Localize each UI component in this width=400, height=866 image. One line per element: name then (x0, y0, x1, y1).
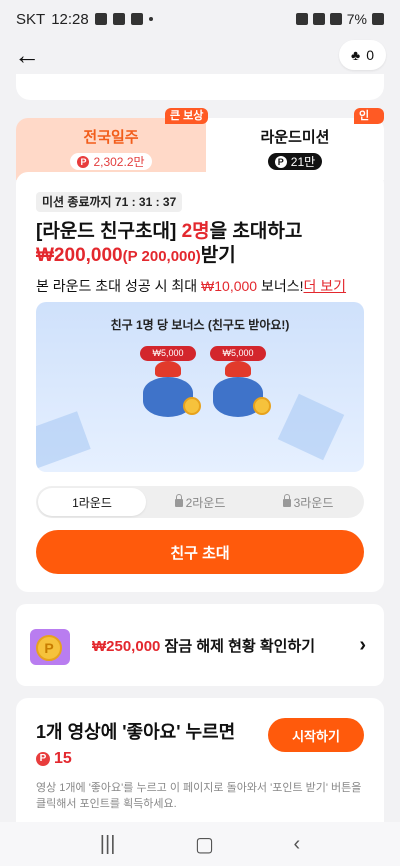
tab-title: 라운드미션 (260, 129, 330, 146)
tab-amount-pill: P 21만 (267, 153, 323, 170)
carrier-label: SKT (16, 10, 46, 28)
tab-amount: 2,302.2만 (93, 155, 145, 169)
gift-label: ₩5,000 (140, 346, 196, 361)
promo-caption: 친구 1명 당 보너스 (친구도 받아요!) (110, 318, 290, 332)
unlock-amount: ₩250,000 (92, 637, 161, 655)
see-more-link[interactable]: 더 보기 (304, 278, 347, 294)
bonus-amount: ₩10,000 (201, 278, 258, 294)
point-coin-icon: P (36, 752, 50, 766)
title-prefix: [라운드 친구초대] (36, 221, 182, 242)
unlock-text: ₩250,000 잠금 해제 현황 확인하기 (92, 635, 315, 656)
decor-splash (277, 393, 345, 461)
big-reward-badge: 큰 보상 (165, 108, 209, 124)
video-mission-points: P 15 (36, 750, 364, 768)
mission-body: 미션 종료까지 71 : 31 : 37 [라운드 친구초대] 2명을 초대하고… (16, 172, 384, 592)
clock: 12:28 (51, 10, 89, 28)
point-coin-icon: P (274, 155, 287, 168)
bonus-line: 본 라운드 초대 성공 시 최대 ₩10,000 보너스!더 보기 (36, 276, 346, 296)
start-button[interactable]: 시작하기 (268, 718, 364, 752)
title-suffix: 을 초대하고 (209, 221, 303, 242)
points-value: 15 (54, 750, 72, 767)
more-notifications-icon (148, 17, 153, 21)
round-label: 2라운드 (185, 495, 226, 510)
points-chip[interactable]: ♣ 0 (339, 40, 386, 70)
invite-friend-button[interactable]: 친구 초대 (36, 530, 364, 574)
popular-badge: 인기 (354, 108, 384, 138)
reward-amount: ₩200,000 (36, 245, 123, 266)
point-coin-icon: P (77, 155, 90, 168)
gift-coin-icon: P (26, 621, 74, 669)
reward-suffix: 받기 (200, 245, 236, 266)
tab-title: 전국일주 (83, 129, 139, 146)
tab-amount-pill: P 2,302.2만 (70, 153, 152, 170)
chevron-right-icon: › (359, 633, 366, 656)
cloud-icon (112, 13, 125, 25)
gift-box-icon (213, 361, 271, 417)
unlock-status-card[interactable]: P ₩250,000 잠금 해제 현황 확인하기 › (16, 604, 384, 686)
reward-points: (P 200,000) (122, 248, 201, 265)
bonus-prefix: 본 라운드 초대 성공 시 최대 (36, 278, 202, 294)
back-nav-icon[interactable]: ‹ (294, 833, 301, 856)
tab-national-tour[interactable]: 전국일주 P 2,302.2만 (16, 118, 206, 180)
gift-label: ₩5,000 (210, 346, 266, 361)
like-video-mission-card: 1개 영상에 '좋아요' 누르면 P 15 시작하기 영상 1개에 '좋아요'를… (16, 698, 384, 822)
referral-promo-banner: 친구 1명 당 보너스 (친구도 받아요!) ₩5,000 ₩5,000 (36, 302, 364, 472)
title-count: 2명 (181, 221, 210, 242)
bell-icon (130, 13, 143, 25)
mission-timer: 미션 종료까지 71 : 31 : 37 (36, 192, 183, 212)
lock-icon (174, 494, 183, 507)
system-nav-bar: ||| ▢ ‹ (0, 822, 400, 866)
battery-level: 7% (346, 11, 367, 27)
mission-card: 전국일주 P 2,302.2만 라운드미션 P 21만 큰 보상 인기 미션 종… (16, 108, 384, 592)
round-label: 3라운드 (293, 495, 334, 510)
tab-amount: 21만 (290, 155, 316, 169)
unlock-label: 잠금 해제 현황 확인하기 (160, 637, 316, 655)
mission-title: [라운드 친구초대] 2명을 초대하고 ₩200,000(P 200,000)받… (36, 220, 366, 269)
round-2-tab[interactable]: 2라운드 (146, 488, 254, 516)
round-3-tab[interactable]: 3라운드 (254, 488, 362, 516)
5g-icon (312, 13, 325, 25)
home-icon[interactable]: ▢ (195, 832, 214, 857)
back-arrow-icon[interactable]: ← (14, 42, 40, 68)
gift-box-icon (143, 361, 201, 417)
round-1-tab[interactable]: 1라운드 (38, 488, 146, 516)
tab-round-mission[interactable]: 라운드미션 P 21만 (206, 118, 384, 180)
round-selector: 1라운드 2라운드 3라운드 (36, 486, 364, 518)
signal-icon (329, 13, 342, 25)
video-mission-description: 영상 1개에 '좋아요'를 누르고 이 페이지로 돌아와서 '포인트 받기' 버… (36, 782, 362, 810)
battery-icon (372, 13, 384, 25)
previous-card-bottom (16, 74, 384, 100)
clover-icon: ♣ (351, 47, 361, 63)
round-label: 1라운드 (72, 495, 112, 510)
top-bar: ← ♣ 0 (0, 38, 400, 72)
gift-reward: ₩5,000 (138, 346, 201, 417)
gallery-icon (94, 13, 107, 25)
points-value: 0 (366, 47, 374, 63)
status-bar: SKT 12:28 7% (0, 0, 400, 38)
gift-reward: ₩5,000 (208, 346, 271, 417)
recent-apps-icon[interactable]: ||| (100, 833, 116, 856)
decor-splash (36, 411, 91, 472)
lock-icon (282, 494, 291, 507)
battery-saver-icon (295, 13, 308, 25)
bonus-suffix: 보너스! (257, 278, 304, 294)
